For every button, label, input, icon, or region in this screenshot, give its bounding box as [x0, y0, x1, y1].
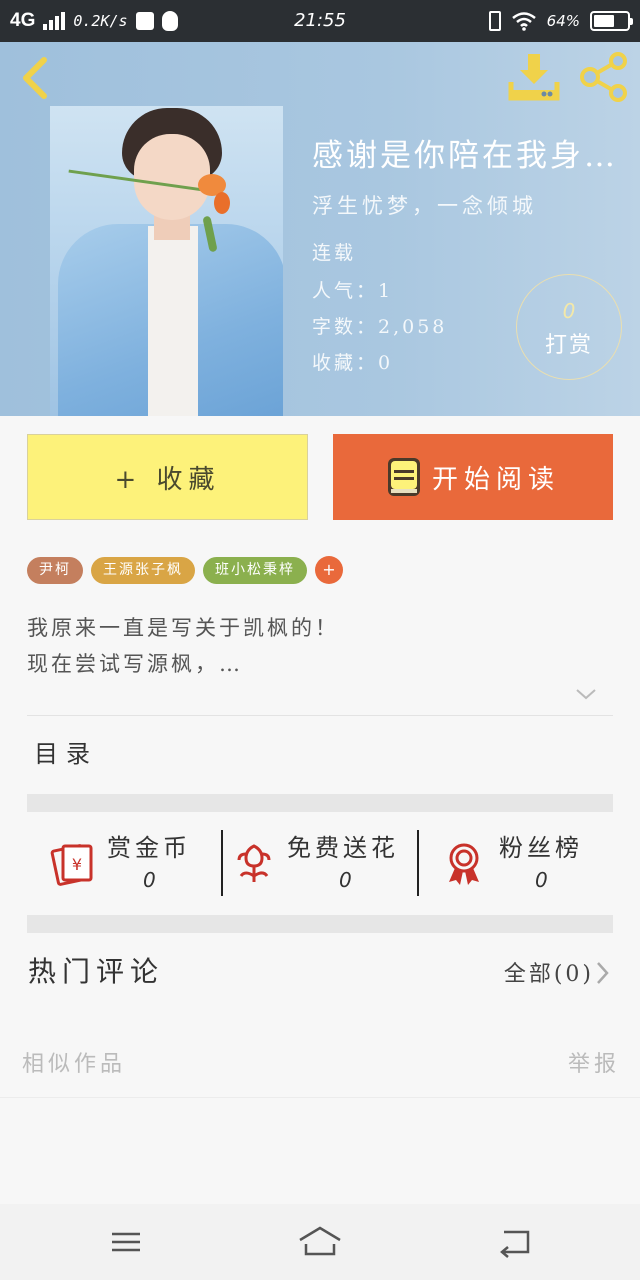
share-icon[interactable] [578, 52, 630, 102]
table-of-contents-link[interactable]: 目录 [34, 734, 98, 769]
intro-line: 现在尝试写源枫，… [27, 652, 243, 676]
book-popularity: 人气：1 [312, 280, 394, 302]
collect-button[interactable]: + 收藏 [27, 434, 308, 520]
stat-label: 赏金币 [107, 834, 191, 862]
divider [27, 715, 613, 716]
section-separator [27, 915, 613, 933]
tag-item[interactable]: 尹柯 [27, 556, 83, 584]
book-intro[interactable]: 我原来一直是写关于凯枫的！ 现在尝试写源枫，… [27, 610, 607, 682]
tip-label: 打赏 [544, 333, 593, 358]
stat-value: 0 [143, 868, 156, 892]
book-favorites: 收藏：0 [312, 352, 394, 374]
tag-item[interactable]: 班小松秉梓 [203, 556, 307, 584]
home-icon[interactable] [298, 1224, 342, 1260]
start-reading-button[interactable]: 开始阅读 [333, 434, 613, 520]
book-word-count: 字数：2,058 [312, 316, 448, 338]
tag-list: 尹柯 王源张子枫 班小松秉梓 + [27, 556, 343, 584]
red-envelope-icon: ¥ [50, 844, 93, 886]
book-header: 感谢是你陪在我身… 浮生忧梦，一念倾城 连载 人气：1 字数：2,058 收藏：… [0, 42, 640, 416]
flower-icon [237, 844, 271, 882]
stats-row: ¥ 赏金币 0 免费送花 0 粉丝榜 0 [27, 826, 613, 898]
wifi-icon [511, 12, 536, 31]
divider [0, 1097, 640, 1098]
free-flower[interactable]: 免费送花 0 [223, 826, 417, 898]
stat-value: 0 [535, 868, 548, 892]
stat-label: 免费送花 [287, 834, 399, 862]
medal-icon [449, 843, 479, 885]
intro-line: 我原来一直是写关于凯枫的！ [27, 616, 339, 640]
system-nav-bar [0, 1204, 640, 1280]
tip-count: 0 [562, 299, 576, 323]
collect-label: + 收藏 [114, 464, 221, 495]
book-author-line: 浮生忧梦，一念倾城 [312, 194, 537, 218]
start-reading-label: 开始阅读 [431, 464, 560, 495]
hot-comments-title: 热门评论 [28, 955, 165, 988]
report-link[interactable]: 举报 [568, 1046, 620, 1078]
tag-item[interactable]: 王源张子枫 [91, 556, 195, 584]
add-tag-button[interactable]: + [315, 556, 343, 584]
all-comments-link[interactable]: 全部(0) [504, 956, 594, 988]
chevron-right-icon[interactable] [594, 960, 610, 986]
battery-icon [590, 11, 633, 31]
book-icon [387, 458, 420, 496]
menu-icon[interactable] [104, 1224, 148, 1260]
return-icon[interactable] [494, 1224, 538, 1260]
book-cover-image[interactable] [50, 106, 283, 416]
stat-value: 0 [339, 868, 352, 892]
tip-button[interactable]: 0 打赏 [516, 274, 622, 380]
chevron-down-icon[interactable] [574, 686, 598, 702]
similar-works-label[interactable]: 相似作品 [22, 1046, 126, 1078]
vibrate-icon [488, 11, 501, 31]
battery-percent: 64% [546, 12, 580, 30]
section-separator [27, 794, 613, 812]
book-status: 连载 [312, 242, 357, 264]
status-bar: 4G 0.2K/s 21:55 64% [0, 0, 640, 42]
book-title: 感谢是你陪在我身… [312, 138, 618, 174]
back-icon[interactable] [16, 56, 56, 100]
fan-ranking[interactable]: 粉丝榜 0 [419, 826, 613, 898]
svg-text:¥: ¥ [72, 855, 82, 874]
download-icon[interactable] [508, 52, 560, 102]
stat-label: 粉丝榜 [499, 834, 583, 862]
gold-coin-reward[interactable]: ¥ 赏金币 0 [27, 826, 221, 898]
